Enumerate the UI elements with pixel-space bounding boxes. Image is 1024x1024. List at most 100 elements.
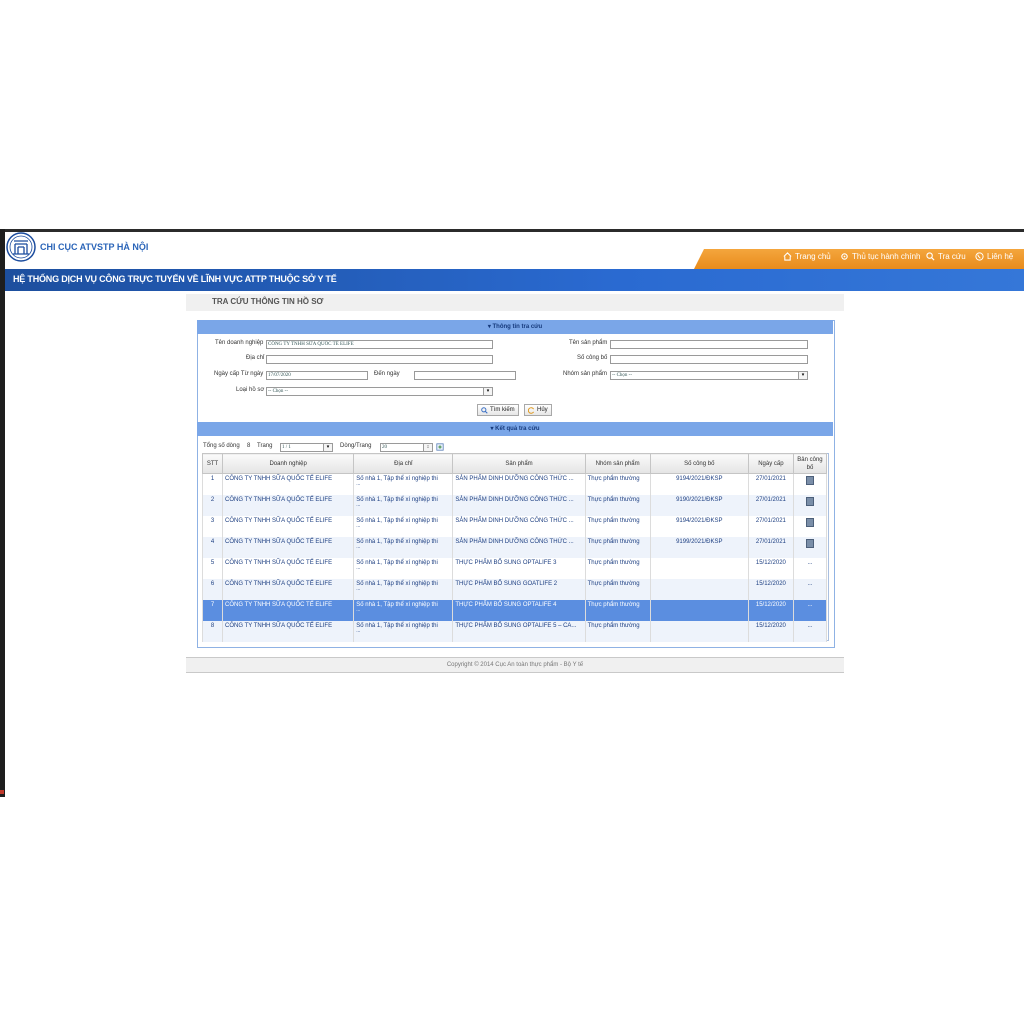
document-icon[interactable]	[805, 476, 814, 485]
row-stt-text: 4	[210, 539, 215, 545]
row-date: 15/12/2020	[747, 558, 794, 579]
row-date-text: 27/01/2021	[755, 476, 786, 482]
column-header[interactable]: Sản phẩm	[452, 453, 586, 474]
row-company-text: CÔNG TY TNHH SỮA QUỐC TẾ ELIFE	[225, 602, 333, 608]
row-date-text: 15/12/2020	[755, 581, 786, 587]
gear-icon	[841, 253, 848, 260]
row-group: Thực phẩm thường	[584, 558, 651, 579]
row-address-text: Số nhà 1, Tập thể xí nghiệp thi	[356, 581, 438, 587]
results-panel-header[interactable]: ▾ Kết quả tra cứu	[197, 422, 833, 436]
row-number	[649, 621, 749, 642]
record-type-select[interactable]: -- Chọn -- ▾	[266, 387, 493, 396]
row-doc[interactable]: ...	[792, 558, 828, 579]
table-row[interactable]: 4 CÔNG TY TNHH SỮA QUỐC TẾ ELIFE Số nhà 1,…	[201, 537, 828, 558]
table-row[interactable]: 2 CÔNG TY TNHH SỮA QUỐC TẾ ELIFE Số nhà 1,…	[201, 495, 828, 516]
row-number: 9190/2021/ĐKSP	[649, 495, 749, 516]
page-select[interactable]: 1 / 1 ▾	[280, 443, 333, 452]
page-value: 1 / 1	[282, 445, 291, 450]
row-stt: 8	[201, 621, 224, 642]
row-product: SẢN PHẨM DINH DƯỠNG CÔNG THỨC ...	[452, 537, 586, 558]
column-header[interactable]: Nhóm sản phẩm	[584, 453, 651, 474]
search-panel-header[interactable]: ▾ Thông tin tra cứu	[197, 320, 833, 334]
row-address-text: Số nhà 1, Tập thể xí nghiệp thi	[356, 476, 438, 482]
row-date: 15/12/2020	[747, 579, 794, 600]
company-input[interactable]: CÔNG TY TNHH SỮA QUỐC TẾ ELIFE	[266, 340, 493, 349]
table-row[interactable]: 7 CÔNG TY TNHH SỮA QUỐC TẾ ELIFE Số nhà 1,…	[201, 600, 828, 621]
table-row[interactable]: 3 CÔNG TY TNHH SỮA QUỐC TẾ ELIFE Số nhà 1,…	[201, 516, 828, 537]
product-input[interactable]	[610, 340, 808, 349]
row-company: CÔNG TY TNHH SỮA QUỐC TẾ ELIFE	[222, 621, 355, 642]
product-label: Tên sản phẩm	[569, 340, 608, 346]
column-header[interactable]: Bản công bố	[792, 453, 828, 474]
row-company: CÔNG TY TNHH SỮA QUỐC TẾ ELIFE	[222, 473, 355, 495]
row-number	[649, 558, 749, 579]
magnifier-icon	[481, 406, 488, 414]
nav-lookup[interactable]: Tra cứu	[926, 252, 966, 261]
row-group-text: Thực phẩm thường	[587, 518, 640, 524]
row-stt: 1	[201, 473, 224, 495]
row-address: Số nhà 1, Tập thể xí nghiệp thi...	[353, 537, 454, 558]
row-address: Số nhà 1, Tập thể xí nghiệp thi...	[353, 495, 454, 516]
row-doc[interactable]: ...	[792, 600, 828, 621]
row-doc-text: ...	[807, 581, 813, 587]
number-input[interactable]	[610, 355, 808, 364]
table-row[interactable]: 1 CÔNG TY TNHH SỮA QUỐC TẾ ELIFE Số nhà 1,…	[201, 473, 828, 495]
per-page-stepper[interactable]: 20 ↕	[380, 443, 433, 452]
export-icon[interactable]	[436, 443, 444, 451]
column-header[interactable]: STT	[201, 453, 224, 474]
row-doc[interactable]: ...	[792, 621, 828, 642]
row-company-text: CÔNG TY TNHH SỮA QUỐC TẾ ELIFE	[225, 476, 333, 482]
row-product-text: SẢN PHẨM DINH DƯỠNG CÔNG THỨC ...	[455, 476, 574, 482]
document-icon[interactable]	[805, 497, 814, 506]
column-header[interactable]: Địa chỉ	[353, 453, 454, 474]
stepper-arrows-icon[interactable]: ↕	[423, 444, 432, 451]
row-stt-text: 2	[210, 497, 215, 503]
row-group: Thực phẩm thường	[584, 495, 651, 516]
cancel-button[interactable]: Hủy	[524, 404, 552, 416]
table-row[interactable]: 5 CÔNG TY TNHH SỮA QUỐC TẾ ELIFE Số nhà 1,…	[201, 558, 828, 579]
row-company-text: CÔNG TY TNHH SỮA QUỐC TẾ ELIFE	[225, 560, 333, 566]
row-number	[649, 600, 749, 621]
row-number-text: 9199/2021/ĐKSP	[676, 539, 723, 545]
row-group: Thực phẩm thường	[584, 473, 651, 495]
table-header-row: STT Doanh nghiệp Địa chỉ Sản phẩm Nhóm s…	[201, 453, 828, 474]
row-address: Số nhà 1, Tập thể xí nghiệp thi...	[353, 621, 454, 642]
row-address-text: Số nhà 1, Tập thể xí nghiệp thi	[356, 518, 438, 524]
address-input[interactable]	[266, 355, 493, 364]
address-ellipsis: ...	[356, 586, 361, 592]
row-product-text: SẢN PHẨM DINH DƯỠNG CÔNG THỨC ...	[455, 497, 574, 503]
nav-contact[interactable]: Liên hệ	[975, 252, 1013, 261]
row-product-text: THỰC PHẨM BỔ SUNG GOATLIFE 2	[455, 581, 558, 587]
column-header[interactable]: Ngày cấp	[747, 453, 794, 474]
search-icon	[926, 252, 935, 261]
row-date-text: 27/01/2021	[755, 539, 786, 545]
row-product: SẢN PHẨM DINH DƯỠNG CÔNG THỨC ...	[452, 473, 586, 495]
table-row[interactable]: 6 CÔNG TY TNHH SỮA QUỐC TẾ ELIFE Số nhà 1,…	[201, 579, 828, 600]
document-icon[interactable]	[805, 539, 814, 548]
row-group: Thực phẩm thường	[584, 600, 651, 621]
system-title: HỆ THỐNG DỊCH VỤ CÔNG TRỰC TUYẾN VỀ LĨNH…	[13, 274, 337, 284]
date-from-input[interactable]: 17/07/2020	[266, 371, 368, 380]
row-doc-text: ...	[807, 560, 813, 566]
document-icon[interactable]	[805, 518, 814, 527]
address-ellipsis: ...	[356, 523, 361, 529]
nav-home[interactable]: Trang chủ	[783, 252, 831, 261]
total-value: 8	[247, 443, 251, 449]
column-header[interactable]: Số công bố	[649, 453, 749, 474]
date-to-input[interactable]	[414, 371, 516, 380]
nav-home-label: Trang chủ	[795, 252, 831, 261]
per-page-value: 20	[382, 445, 387, 450]
row-doc[interactable]	[792, 516, 828, 537]
column-header[interactable]: Doanh nghiệp	[222, 453, 355, 474]
group-select[interactable]: -- Chọn -- ▾	[610, 371, 808, 380]
row-address: Số nhà 1, Tập thể xí nghiệp thi...	[353, 579, 454, 600]
row-group-text: Thực phẩm thường	[587, 623, 640, 629]
row-doc[interactable]: ...	[792, 579, 828, 600]
row-doc[interactable]	[792, 537, 828, 558]
search-button[interactable]: Tìm kiếm	[477, 404, 519, 416]
row-doc[interactable]	[792, 473, 828, 495]
nav-procedures[interactable]: Thủ tục hành chính	[840, 252, 921, 261]
table-row[interactable]: 8 CÔNG TY TNHH SỮA QUỐC TẾ ELIFE Số nhà 1,…	[201, 621, 828, 642]
date-from-label: Ngày cấp Từ ngày	[214, 371, 264, 377]
row-doc[interactable]	[792, 495, 828, 516]
